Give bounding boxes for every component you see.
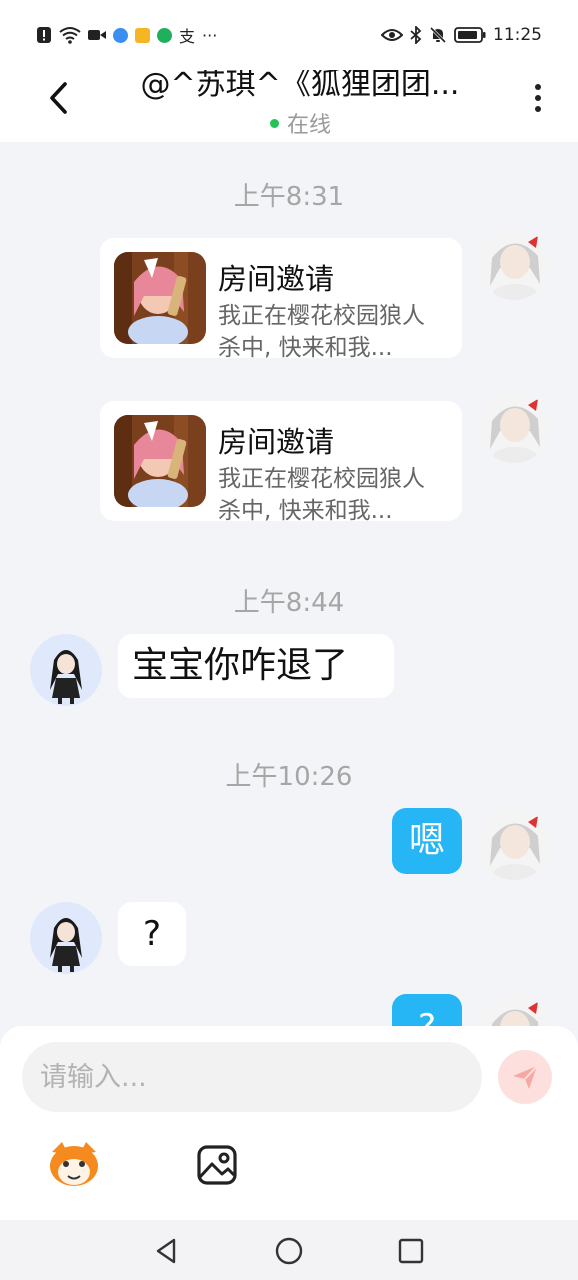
alipay-icon: 支 bbox=[179, 27, 196, 46]
my-avatar[interactable] bbox=[478, 994, 550, 1030]
more-options-button[interactable] bbox=[524, 78, 552, 118]
card-description: 我正在樱花校园狼人杀中, 快来和我... bbox=[218, 303, 425, 361]
bluetooth-icon bbox=[410, 26, 422, 44]
status-icons-left: 支 ··· bbox=[36, 23, 217, 47]
status-icons-right: 11:25 bbox=[381, 25, 542, 45]
card-title: 房间邀请 bbox=[218, 262, 335, 296]
send-button[interactable] bbox=[498, 1050, 552, 1104]
app-yellow-icon bbox=[135, 27, 150, 43]
room-invite-card[interactable]: 房间邀请 我正在樱花校园狼人杀中, 快来和我... bbox=[100, 238, 462, 361]
game-thumbnail bbox=[114, 415, 206, 507]
my-avatar[interactable] bbox=[478, 808, 550, 880]
message-list[interactable]: 上午8:31 房间邀请 我正在樱花校园狼人杀中, 快来和我... 房间邀请 我正… bbox=[0, 142, 578, 1030]
my-avatar[interactable] bbox=[478, 391, 550, 463]
more-notifications-indicator: ··· bbox=[202, 25, 218, 45]
online-dot-icon bbox=[270, 118, 279, 128]
incoming-message[interactable]: ? bbox=[118, 902, 186, 966]
game-thumbnail bbox=[114, 252, 206, 344]
app-green-icon bbox=[157, 27, 172, 43]
chat-title: @^苏琪^《狐狸团团... bbox=[140, 70, 460, 102]
wifi-icon bbox=[59, 26, 81, 44]
chat-header: @^苏琪^《狐狸团团... 在线 bbox=[0, 70, 578, 142]
online-status-label: 在线 bbox=[287, 113, 332, 138]
image-icon bbox=[197, 1145, 237, 1185]
nav-back-button[interactable] bbox=[152, 1236, 182, 1266]
back-triangle-icon bbox=[156, 1238, 176, 1264]
timestamp: 上午8:44 bbox=[233, 588, 345, 618]
timestamp: 上午8:31 bbox=[233, 182, 345, 212]
home-circle-icon bbox=[275, 1237, 303, 1265]
mute-bell-icon bbox=[429, 26, 447, 44]
online-status: 在线 bbox=[270, 110, 332, 138]
app-blue-icon bbox=[113, 27, 128, 43]
recents-square-icon bbox=[398, 1238, 424, 1264]
eye-icon bbox=[381, 28, 403, 42]
video-icon bbox=[88, 28, 106, 42]
nav-recents-button[interactable] bbox=[396, 1236, 426, 1266]
image-picker-button[interactable] bbox=[196, 1144, 238, 1186]
card-description: 我正在樱花校园狼人杀中, 快来和我... bbox=[218, 466, 425, 524]
battery-icon bbox=[454, 27, 486, 43]
my-avatar[interactable] bbox=[478, 228, 550, 300]
composer-panel bbox=[0, 1026, 578, 1220]
timestamp: 上午10:26 bbox=[225, 762, 353, 792]
emoji-icon bbox=[50, 1142, 98, 1186]
back-arrow-icon bbox=[50, 82, 67, 114]
room-invite-card[interactable]: 房间邀请 我正在樱花校园狼人杀中, 快来和我... bbox=[100, 401, 462, 524]
contact-avatar[interactable] bbox=[30, 634, 102, 706]
outgoing-message[interactable]: 嗯 bbox=[392, 808, 462, 874]
emoji-button[interactable] bbox=[46, 1140, 102, 1188]
nav-home-button[interactable] bbox=[274, 1236, 304, 1266]
incoming-message[interactable]: 宝宝你咋退了 bbox=[118, 634, 394, 698]
alert-icon bbox=[36, 26, 52, 44]
message-input[interactable] bbox=[22, 1042, 482, 1112]
send-icon bbox=[513, 1065, 538, 1089]
status-bar: 支 ··· 11:25 bbox=[0, 0, 578, 70]
card-title: 房间邀请 bbox=[218, 425, 335, 459]
outgoing-message[interactable]: ? bbox=[392, 994, 462, 1030]
contact-avatar[interactable] bbox=[30, 902, 102, 974]
clock: 11:25 bbox=[493, 25, 542, 45]
back-button[interactable] bbox=[38, 78, 78, 118]
system-nav-bar bbox=[0, 1220, 578, 1280]
